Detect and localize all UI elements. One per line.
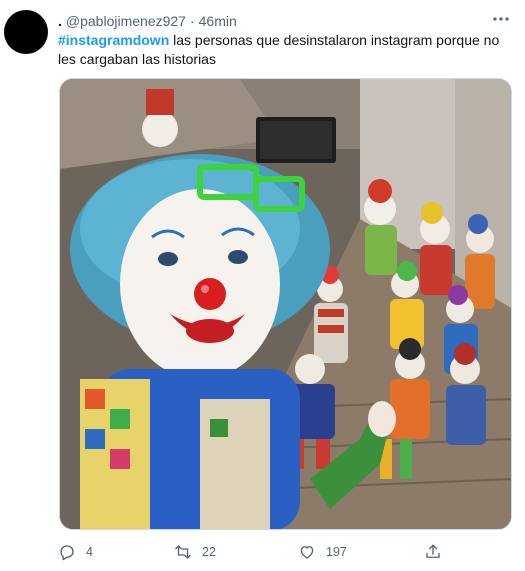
more-icon[interactable] (491, 10, 511, 28)
tweet-header: . @pablojimenez927 · 46min (58, 12, 513, 30)
photo-icon (60, 79, 511, 529)
like-button[interactable]: 197 (298, 543, 347, 561)
share-button[interactable] (424, 543, 452, 561)
reply-button[interactable]: 4 (58, 543, 93, 561)
retweet-icon (175, 545, 191, 559)
timestamp[interactable]: 46min (199, 13, 237, 29)
display-name[interactable]: . (58, 13, 62, 29)
retweet-button[interactable]: 22 (174, 543, 216, 561)
tweet-text: #instagramdown las personas que desinsta… (58, 31, 513, 69)
reply-icon (60, 545, 74, 561)
like-count: 197 (326, 545, 347, 559)
hashtag-link[interactable]: #instagramdown (58, 32, 169, 48)
retweet-count: 22 (202, 545, 216, 559)
handle[interactable]: @pablojimenez927 (66, 13, 186, 29)
reply-count: 4 (86, 545, 93, 559)
share-icon (426, 544, 440, 558)
avatar[interactable] (4, 10, 48, 54)
tweet-actions: 4 22 197 (58, 540, 478, 564)
heart-icon (300, 546, 314, 559)
separator: · (189, 13, 195, 29)
tweet-photo[interactable] (59, 78, 512, 530)
